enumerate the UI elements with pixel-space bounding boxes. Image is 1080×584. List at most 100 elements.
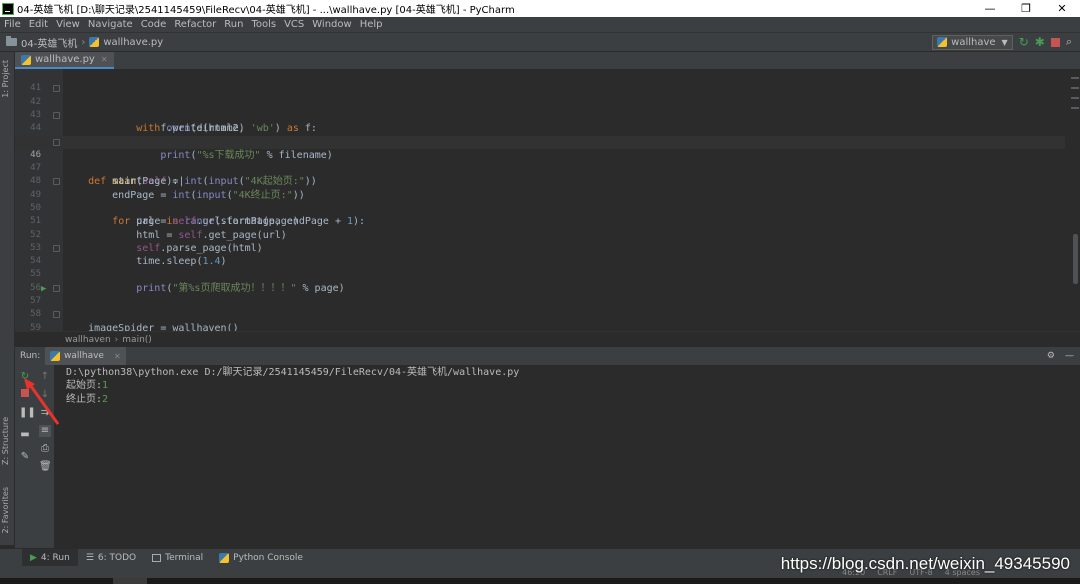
fold-icon[interactable]	[53, 85, 60, 93]
bottom-tab-terminal[interactable]: Terminal	[144, 549, 211, 567]
restore-layout-icon[interactable]: ▬	[19, 429, 31, 441]
project-tool-tab[interactable]: 1: Project	[1, 60, 13, 98]
nav-project[interactable]: 04-英雄飞机	[21, 35, 77, 50]
run-icon: ▶	[30, 552, 37, 563]
terminal-icon	[152, 553, 162, 562]
structure-tool-tab[interactable]: Z: Structure	[1, 417, 13, 465]
folder-icon	[6, 36, 17, 46]
fold-icon[interactable]	[53, 111, 60, 119]
menu-edit[interactable]: Edit	[25, 19, 52, 30]
bottom-tab-python-console[interactable]: Python Console	[211, 549, 311, 567]
code-editor[interactable]: 41 42 with open(dirname, 'wb') as f: 43 …	[15, 69, 1080, 331]
menu-window[interactable]: Window	[308, 19, 355, 30]
code-line: 51 html = self.get_page(url)	[30, 216, 287, 241]
chevron-down-icon: ▼	[1001, 37, 1008, 47]
stop-icon[interactable]	[1050, 37, 1060, 47]
python-file-icon	[50, 351, 60, 361]
fold-icon[interactable]	[53, 311, 60, 319]
code-line: 45	[15, 122, 1065, 146]
print-icon[interactable]: ⎙	[39, 443, 51, 455]
error-stripe-mark[interactable]	[1071, 87, 1079, 89]
breadcrumb-class[interactable]: wallhaven	[65, 335, 111, 345]
maximize-button[interactable]: ❐	[1008, 2, 1044, 15]
trash-icon[interactable]: 🗑	[39, 461, 52, 473]
code-line: 52 self.parse_page(html)	[30, 229, 263, 254]
menu-vcs[interactable]: VCS	[280, 19, 308, 30]
hide-panel-icon[interactable]: —	[1065, 351, 1074, 361]
close-button[interactable]: ✕	[1044, 2, 1080, 15]
debug-icon[interactable]: ✱	[1035, 35, 1045, 49]
fold-icon[interactable]	[53, 284, 60, 292]
editor-scrollbar[interactable]	[1073, 234, 1078, 284]
code-line: 53 time.sleep(1.4)	[30, 242, 227, 268]
chevron-right-icon: ›	[81, 36, 86, 48]
menu-file[interactable]: File	[0, 19, 25, 30]
run-tab-wallhave[interactable]: wallhave ✕	[45, 347, 126, 365]
menu-bar: File Edit View Navigate Code Refactor Ru…	[0, 17, 1080, 32]
code-line: 41	[30, 83, 41, 94]
pycharm-icon	[2, 2, 14, 15]
menu-navigate[interactable]: Navigate	[84, 19, 137, 30]
gear-icon[interactable]: ⚙	[1047, 351, 1055, 361]
error-stripe-mark[interactable]	[1071, 97, 1079, 99]
bottom-tab-todo[interactable]: ☰ 6: TODO	[78, 549, 144, 567]
editor-tab-label: wallhave.py	[35, 54, 95, 65]
menu-refactor[interactable]: Refactor	[170, 19, 220, 30]
editor-tab-wallhave[interactable]: wallhave.py ✕	[15, 52, 114, 69]
code-line: 55	[30, 269, 41, 280]
minimize-button[interactable]: —	[972, 2, 1008, 15]
menu-code[interactable]: Code	[137, 19, 171, 30]
console-line: 终止页:2	[66, 393, 109, 405]
console-input: 2	[102, 393, 109, 405]
menu-run[interactable]: Run	[220, 19, 247, 30]
bottom-tab-run[interactable]: ▶ 4: Run	[22, 548, 78, 567]
error-stripe-mark[interactable]	[1071, 77, 1079, 79]
breadcrumb-method[interactable]: main()	[122, 335, 152, 345]
console-input: 1	[102, 380, 109, 392]
code-line: 49 for page in range(startPage, endPage …	[15, 175, 1065, 227]
close-tab-icon[interactable]: ✕	[114, 352, 121, 361]
menu-tools[interactable]: Tools	[247, 19, 280, 30]
left-tool-strip: 1: Project Z: Structure 2: Favorites	[0, 52, 15, 545]
fold-icon[interactable]	[53, 138, 60, 146]
console-line: 起始页:1	[66, 380, 109, 392]
run-config-select[interactable]: wallhave ▼	[932, 34, 1013, 50]
title-bar: 04-英雄飞机 [D:\聊天记录\2541145459\FileRecv\04-…	[0, 0, 1080, 17]
code-line-current: 46 def main(self):|	[15, 135, 1065, 187]
annotation-arrow-icon	[24, 378, 60, 425]
error-stripe-mark[interactable]	[1071, 107, 1079, 109]
run-config-label: wallhave	[951, 36, 996, 48]
favorites-tool-tab[interactable]: 2: Favorites	[1, 487, 13, 533]
fold-icon[interactable]	[53, 244, 60, 252]
editor-tabs: wallhave.py ✕	[15, 52, 1080, 69]
code-line: 44 print("%s下载成功" % filename)	[15, 109, 1065, 161]
pin-icon[interactable]: ✎	[19, 451, 31, 463]
code-line: 59 imageSpider.main()	[15, 308, 1065, 331]
nav-file[interactable]: wallhave.py	[103, 37, 163, 48]
run-gutter-icon[interactable]: ▶	[41, 283, 46, 296]
rerun-icon[interactable]: ↻	[1019, 35, 1029, 49]
menu-view[interactable]: View	[52, 19, 84, 30]
python-console-icon	[219, 552, 230, 563]
console-command: D:\python38\python.exe D:/聊天记录/254114545…	[66, 367, 520, 378]
list-icon: ☰	[85, 552, 94, 563]
chevron-right-icon: ›	[114, 334, 119, 345]
fold-icon[interactable]	[53, 178, 60, 186]
run-panel-header: Run: wallhave ✕ ⚙ —	[15, 347, 1080, 365]
python-file-icon	[937, 37, 948, 47]
code-line: 50 url = self.url.format(page)	[30, 202, 299, 228]
menu-help[interactable]: Help	[356, 19, 387, 30]
watermark: https://blog.csdn.net/weixin_49345590	[780, 554, 1070, 573]
run-tab-label: wallhave	[64, 351, 104, 361]
window-title: 04-英雄飞机 [D:\聊天记录\2541145459\FileRecv\04-…	[17, 5, 515, 16]
scroll-to-end-icon[interactable]: ≡	[39, 425, 51, 437]
run-console[interactable]: D:\python38\python.exe D:/聊天记录/254114545…	[55, 365, 1080, 548]
navigation-bar: 04-英雄飞机 › wallhave.py wallhave ▼ ↻ ✱ ⌕	[0, 32, 1080, 52]
search-icon[interactable]: ⌕	[1066, 35, 1072, 49]
code-line: 58 imageSpider = wallhaven()	[30, 309, 239, 331]
code-line: 57 ▶ if __name__ == '__main__':	[15, 282, 1065, 306]
python-file-icon	[89, 37, 100, 47]
code-line: 48 endPage = int(input("4K终止页:"))	[30, 176, 305, 201]
code-line: 43 f.write(html2)	[30, 109, 245, 135]
close-tab-icon[interactable]: ✕	[101, 55, 108, 64]
